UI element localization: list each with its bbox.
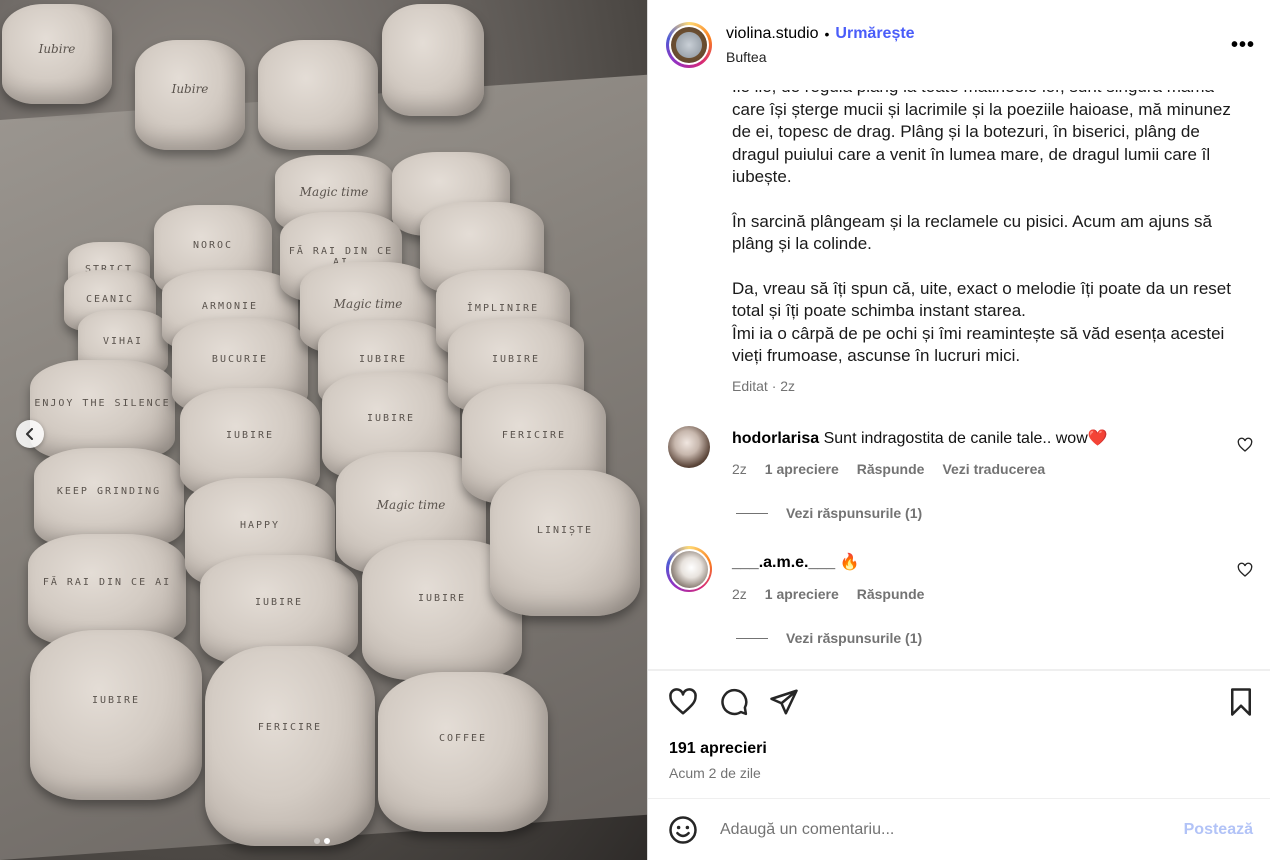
mug-label: NOROC xyxy=(192,239,234,251)
mug-label: KEEP GRINDING xyxy=(56,486,162,497)
avatar-frame xyxy=(669,25,709,65)
replies-line xyxy=(736,512,768,514)
post-time: Acum 2 de zile xyxy=(669,765,761,781)
post-caption: Ile ile, de regulă plâng la toate matine… xyxy=(732,90,1242,368)
caption-edited: Editat · 2z xyxy=(732,378,796,394)
replies-line xyxy=(736,637,768,639)
mug-label: IUBIRE xyxy=(366,413,416,425)
mug: FERICIRE xyxy=(205,646,375,846)
comment-likes[interactable]: 1 apreciere xyxy=(765,461,839,477)
mug-label: HAPPY xyxy=(239,519,281,531)
mug-label: Iubire xyxy=(171,81,209,96)
mug-label: FERICIRE xyxy=(501,429,567,441)
mug-label: BUCURIE xyxy=(211,354,269,366)
mug xyxy=(382,4,484,116)
header-text: violina.studio • Urmărește Buftea xyxy=(726,25,915,65)
caption-paragraph: În sarcină plângeam și la reclamele cu p… xyxy=(732,211,1212,254)
comment-body: ___.a.m.e.___ 🔥 xyxy=(732,552,860,572)
mug xyxy=(258,40,378,150)
mug-label: FERICIRE xyxy=(257,722,323,733)
mug: KEEP GRINDING xyxy=(34,448,184,548)
likes-count[interactable]: 191 aprecieri xyxy=(669,740,767,758)
mug-label: VIHAI xyxy=(102,335,144,347)
emoji-icon[interactable] xyxy=(668,815,698,845)
comment-composer: Postează xyxy=(648,798,1270,860)
comment-age: 2z xyxy=(732,461,747,477)
follow-button[interactable]: Urmărește xyxy=(835,25,914,43)
post-media: Iubire Iubire Magic time STRICT CEANIC V… xyxy=(0,0,647,860)
mug: Iubire xyxy=(2,4,112,104)
carousel-dot xyxy=(314,838,320,844)
caption-paragraph: Ile ile, de regulă plâng la toate matine… xyxy=(732,90,1231,186)
commenter-username[interactable]: hodorlarisa xyxy=(732,430,819,447)
comments-scroll-area[interactable]: Ile ile, de regulă plâng la toate matine… xyxy=(648,90,1270,670)
mug-label: ÎMPLINIRE xyxy=(466,303,540,315)
comment-likes[interactable]: 1 apreciere xyxy=(765,586,839,602)
mug-label: IUBIRE xyxy=(225,429,275,441)
mug-label: Magic time xyxy=(333,296,403,311)
commenter-avatar[interactable] xyxy=(668,426,710,468)
comment-meta: 2z 1 apreciere Răspunde xyxy=(732,586,924,602)
action-bar xyxy=(648,670,1270,730)
mug: LINIȘTE xyxy=(490,470,640,616)
comment-age: 2z xyxy=(732,586,747,602)
heart-icon[interactable] xyxy=(1237,562,1253,578)
carousel-dot-active xyxy=(324,838,330,844)
chevron-left-icon xyxy=(26,428,33,440)
mug: COFFEE xyxy=(378,672,548,832)
avatar-frame xyxy=(668,548,710,590)
header-line: violina.studio • Urmărește xyxy=(726,25,915,43)
mug-label: ENJOY THE SILENCE xyxy=(34,398,171,409)
mug: ENJOY THE SILENCE xyxy=(30,360,175,460)
post-header: violina.studio • Urmărește Buftea ••• xyxy=(648,0,1270,90)
heart-emoji: ❤️ xyxy=(1087,430,1108,447)
reply-button[interactable]: Răspunde xyxy=(857,586,925,602)
comment-icon[interactable] xyxy=(719,687,749,717)
mug-label: IUBIRE xyxy=(254,596,304,608)
author-username[interactable]: violina.studio xyxy=(726,25,819,43)
reply-button[interactable]: Răspunde xyxy=(857,461,925,477)
mug: Iubire xyxy=(135,40,245,150)
caption-paragraph: Da, vreau să îți spun că, uite, exact o … xyxy=(732,278,1231,366)
mug-label: COFFEE xyxy=(438,732,488,744)
mug-label: Magic time xyxy=(299,184,369,199)
story-ring[interactable] xyxy=(666,22,712,68)
mug-label: FĂ RAI DIN CE AI xyxy=(42,576,172,588)
mug-label: Magic time xyxy=(376,498,446,513)
fire-emoji: 🔥 xyxy=(839,554,860,571)
heart-icon[interactable] xyxy=(1237,437,1253,453)
mug-label: ARMONIE xyxy=(201,301,259,313)
mug: IUBIRE xyxy=(30,630,202,800)
mug-label: IUBIRE xyxy=(491,354,541,366)
view-replies-button[interactable]: Vezi răspunsurile (1) xyxy=(736,630,922,646)
view-replies-button[interactable]: Vezi răspunsurile (1) xyxy=(736,505,922,521)
comment-meta: 2z 1 apreciere Răspunde Vezi traducerea xyxy=(732,461,1045,477)
heart-icon[interactable] xyxy=(668,687,698,717)
mug-label: Iubire xyxy=(38,42,76,56)
post-panel: violina.studio • Urmărește Buftea ••• Il… xyxy=(647,0,1270,860)
carousel-indicator xyxy=(314,838,330,844)
post-button[interactable]: Postează xyxy=(1184,821,1253,839)
mug-label: IUBIRE xyxy=(91,694,141,706)
comment-body: hodorlarisa Sunt indragostita de canile … xyxy=(732,428,1108,448)
mug-label: CEANIC xyxy=(85,293,135,305)
share-icon[interactable] xyxy=(769,687,799,717)
commenter-avatar xyxy=(670,550,708,588)
avatar xyxy=(671,27,707,63)
separator-dot: • xyxy=(824,26,830,42)
translate-button[interactable]: Vezi traducerea xyxy=(942,461,1045,477)
mug-label: IUBIRE xyxy=(358,354,408,366)
comment-input[interactable] xyxy=(720,820,1184,839)
view-replies-label: Vezi răspunsurile (1) xyxy=(786,630,923,646)
commenter-username[interactable]: ___.a.m.e.___ xyxy=(732,554,835,571)
story-ring[interactable] xyxy=(666,546,712,592)
more-options-icon[interactable]: ••• xyxy=(1231,35,1255,55)
bookmark-icon[interactable] xyxy=(1226,687,1256,717)
mug-label: LINIȘTE xyxy=(536,525,594,537)
post-location[interactable]: Buftea xyxy=(726,49,915,65)
comment-text: Sunt indragostita de canile tale.. wow xyxy=(823,430,1088,447)
carousel-prev-button[interactable] xyxy=(16,420,44,448)
view-replies-label: Vezi răspunsurile (1) xyxy=(786,505,923,521)
